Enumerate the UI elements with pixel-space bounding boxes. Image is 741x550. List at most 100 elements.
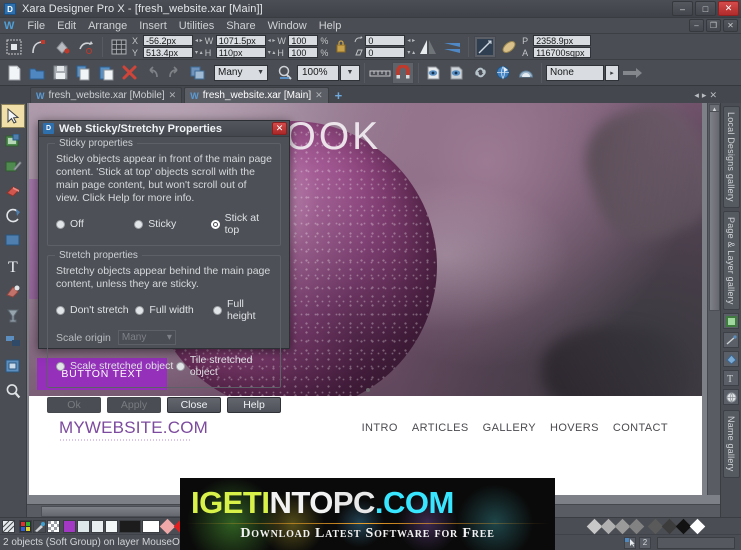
preview-site-icon[interactable] xyxy=(446,62,468,84)
snap-cursor-icon[interactable] xyxy=(624,536,636,549)
stretch-radio-dont-stretch[interactable]: Don't stretch xyxy=(56,304,135,316)
nav-link-contact[interactable]: CONTACT xyxy=(613,422,668,434)
tab-fresh-website-mobile[interactable]: W fresh_website.xar [Mobile] ✕ xyxy=(30,87,183,103)
height-percent-input[interactable] xyxy=(288,47,319,58)
skew-input[interactable] xyxy=(365,47,406,58)
swatch-diamond-15[interactable] xyxy=(689,518,706,534)
stretch-radio-full-width[interactable]: Full width xyxy=(135,304,213,316)
open-folder-icon[interactable] xyxy=(26,62,48,84)
selector-tool-icon[interactable] xyxy=(3,36,25,58)
preview-page-icon[interactable] xyxy=(423,62,445,84)
maximize-button[interactable]: □ xyxy=(695,1,716,16)
menu-arrange[interactable]: Arrange xyxy=(82,18,133,34)
line-gallery-icon[interactable] xyxy=(723,332,739,349)
swatch-light-3[interactable] xyxy=(105,519,118,533)
swatch-diamond-11[interactable] xyxy=(628,518,645,534)
nav-link-hovers[interactable]: HOVERS xyxy=(550,422,599,434)
swatch-light-1[interactable] xyxy=(77,519,90,533)
document-restore-button[interactable]: ❐ xyxy=(706,19,721,32)
menu-window[interactable]: Window xyxy=(262,18,313,34)
clip-icon[interactable] xyxy=(498,36,520,58)
rectangle-tool[interactable] xyxy=(1,229,25,253)
gallery-tab-page-layer[interactable]: Page & Layer gallery xyxy=(722,210,740,311)
zoom-level-input[interactable]: 100% xyxy=(297,64,339,81)
browser-preview-icon[interactable] xyxy=(515,62,537,84)
status-extra-field[interactable] xyxy=(657,536,735,549)
tab-close-main[interactable]: ✕ xyxy=(315,90,323,101)
ruler-icon[interactable] xyxy=(369,62,391,84)
ok-button[interactable]: Ok xyxy=(47,397,101,413)
publish-web-icon[interactable] xyxy=(492,62,514,84)
quality-dropdown-arrow[interactable]: ▸ xyxy=(605,64,619,81)
close-dialog-button[interactable]: Close xyxy=(167,397,221,413)
selection-tool[interactable] xyxy=(1,104,25,128)
bevel-tool[interactable] xyxy=(1,354,25,378)
shape-editor-tool[interactable] xyxy=(1,204,25,228)
flip-horizontal-icon[interactable] xyxy=(441,36,463,58)
magnet-snap-icon[interactable] xyxy=(392,61,414,84)
y-input[interactable] xyxy=(143,47,193,58)
color-picker-icon[interactable] xyxy=(19,519,32,533)
grid-icon[interactable] xyxy=(108,36,130,58)
menu-edit[interactable]: Edit xyxy=(51,18,82,34)
nav-link-gallery[interactable]: GALLERY xyxy=(483,422,536,434)
tile-radio-scale-stretched[interactable]: Scale stretched object xyxy=(56,360,176,372)
new-tab-button[interactable]: + xyxy=(331,89,347,103)
minimize-button[interactable]: – xyxy=(672,1,693,16)
rotate-icon[interactable] xyxy=(75,36,97,58)
link-icon[interactable] xyxy=(469,62,491,84)
gallery-tab-local-designs[interactable]: Local Designs gallery xyxy=(722,106,740,208)
swatch-light-2[interactable] xyxy=(91,519,104,533)
canvas-vertical-scrollbar[interactable]: ▲ xyxy=(707,103,720,495)
menu-share[interactable]: Share xyxy=(220,18,261,34)
checker-transparent-icon[interactable] xyxy=(47,519,60,533)
close-button[interactable]: ✕ xyxy=(718,1,739,16)
shadow-tool[interactable] xyxy=(1,304,25,328)
new-document-icon[interactable] xyxy=(3,62,25,84)
curve-icon[interactable] xyxy=(27,36,49,58)
photo-tool[interactable] xyxy=(1,129,25,153)
tab-close-mobile[interactable]: ✕ xyxy=(169,90,177,101)
flip-vertical-icon[interactable] xyxy=(417,36,439,58)
zoom-icon[interactable] xyxy=(274,62,296,84)
apply-button[interactable]: Apply xyxy=(107,397,161,413)
delete-icon[interactable] xyxy=(118,62,140,84)
width-percent-input[interactable] xyxy=(288,35,319,46)
tab-nav-next[interactable]: ▸ xyxy=(702,90,707,101)
copy-icon[interactable] xyxy=(72,62,94,84)
menu-help[interactable]: Help xyxy=(313,18,348,34)
font-gallery-icon[interactable]: T xyxy=(723,370,739,387)
layer-2-icon[interactable]: 2 xyxy=(639,536,651,549)
duplicate-icon[interactable] xyxy=(187,62,209,84)
zoom-tool[interactable] xyxy=(1,379,25,403)
perimeter-input[interactable] xyxy=(533,35,592,46)
width-spinner[interactable]: ◂ ▸ xyxy=(268,37,276,44)
lock-aspect-icon[interactable] xyxy=(330,36,352,58)
menu-insert[interactable]: Insert xyxy=(133,18,173,34)
document-minimize-button[interactable]: – xyxy=(689,19,704,32)
tile-radio-tile-stretched[interactable]: Tile stretched object xyxy=(175,354,272,378)
y-spinner[interactable]: ▾ ▴ xyxy=(195,49,203,56)
paste-icon[interactable] xyxy=(95,62,117,84)
tab-fresh-website-main[interactable]: W fresh_website.xar [Main] ✕ xyxy=(184,87,329,103)
swatch-white[interactable] xyxy=(142,519,160,533)
gallery-tab-name[interactable]: Name gallery xyxy=(722,410,740,478)
tab-nav-prev[interactable]: ◂ xyxy=(694,90,699,101)
help-button[interactable]: Help xyxy=(227,397,281,413)
fill-icon[interactable] xyxy=(51,36,73,58)
skew-spinner[interactable]: ▾ ▴ xyxy=(407,49,415,56)
stretch-radio-full-height[interactable]: Full height xyxy=(212,298,272,322)
x-spinner[interactable]: ◂ ▸ xyxy=(195,37,203,44)
mould-tool[interactable] xyxy=(1,329,25,353)
save-icon[interactable] xyxy=(49,62,71,84)
blend-tool[interactable] xyxy=(1,279,25,303)
tab-nav-close[interactable]: ✕ xyxy=(709,90,717,101)
line-icon[interactable] xyxy=(474,35,497,58)
no-color-icon[interactable] xyxy=(2,519,15,533)
menu-file[interactable]: File xyxy=(21,18,51,34)
eyedropper-icon[interactable] xyxy=(33,519,46,533)
page-select-dropdown[interactable]: Many ▼ xyxy=(214,64,268,81)
eraser-tool[interactable] xyxy=(1,179,25,203)
x-input[interactable] xyxy=(143,35,193,46)
sticky-radio-sticky[interactable]: Sticky xyxy=(134,218,210,230)
